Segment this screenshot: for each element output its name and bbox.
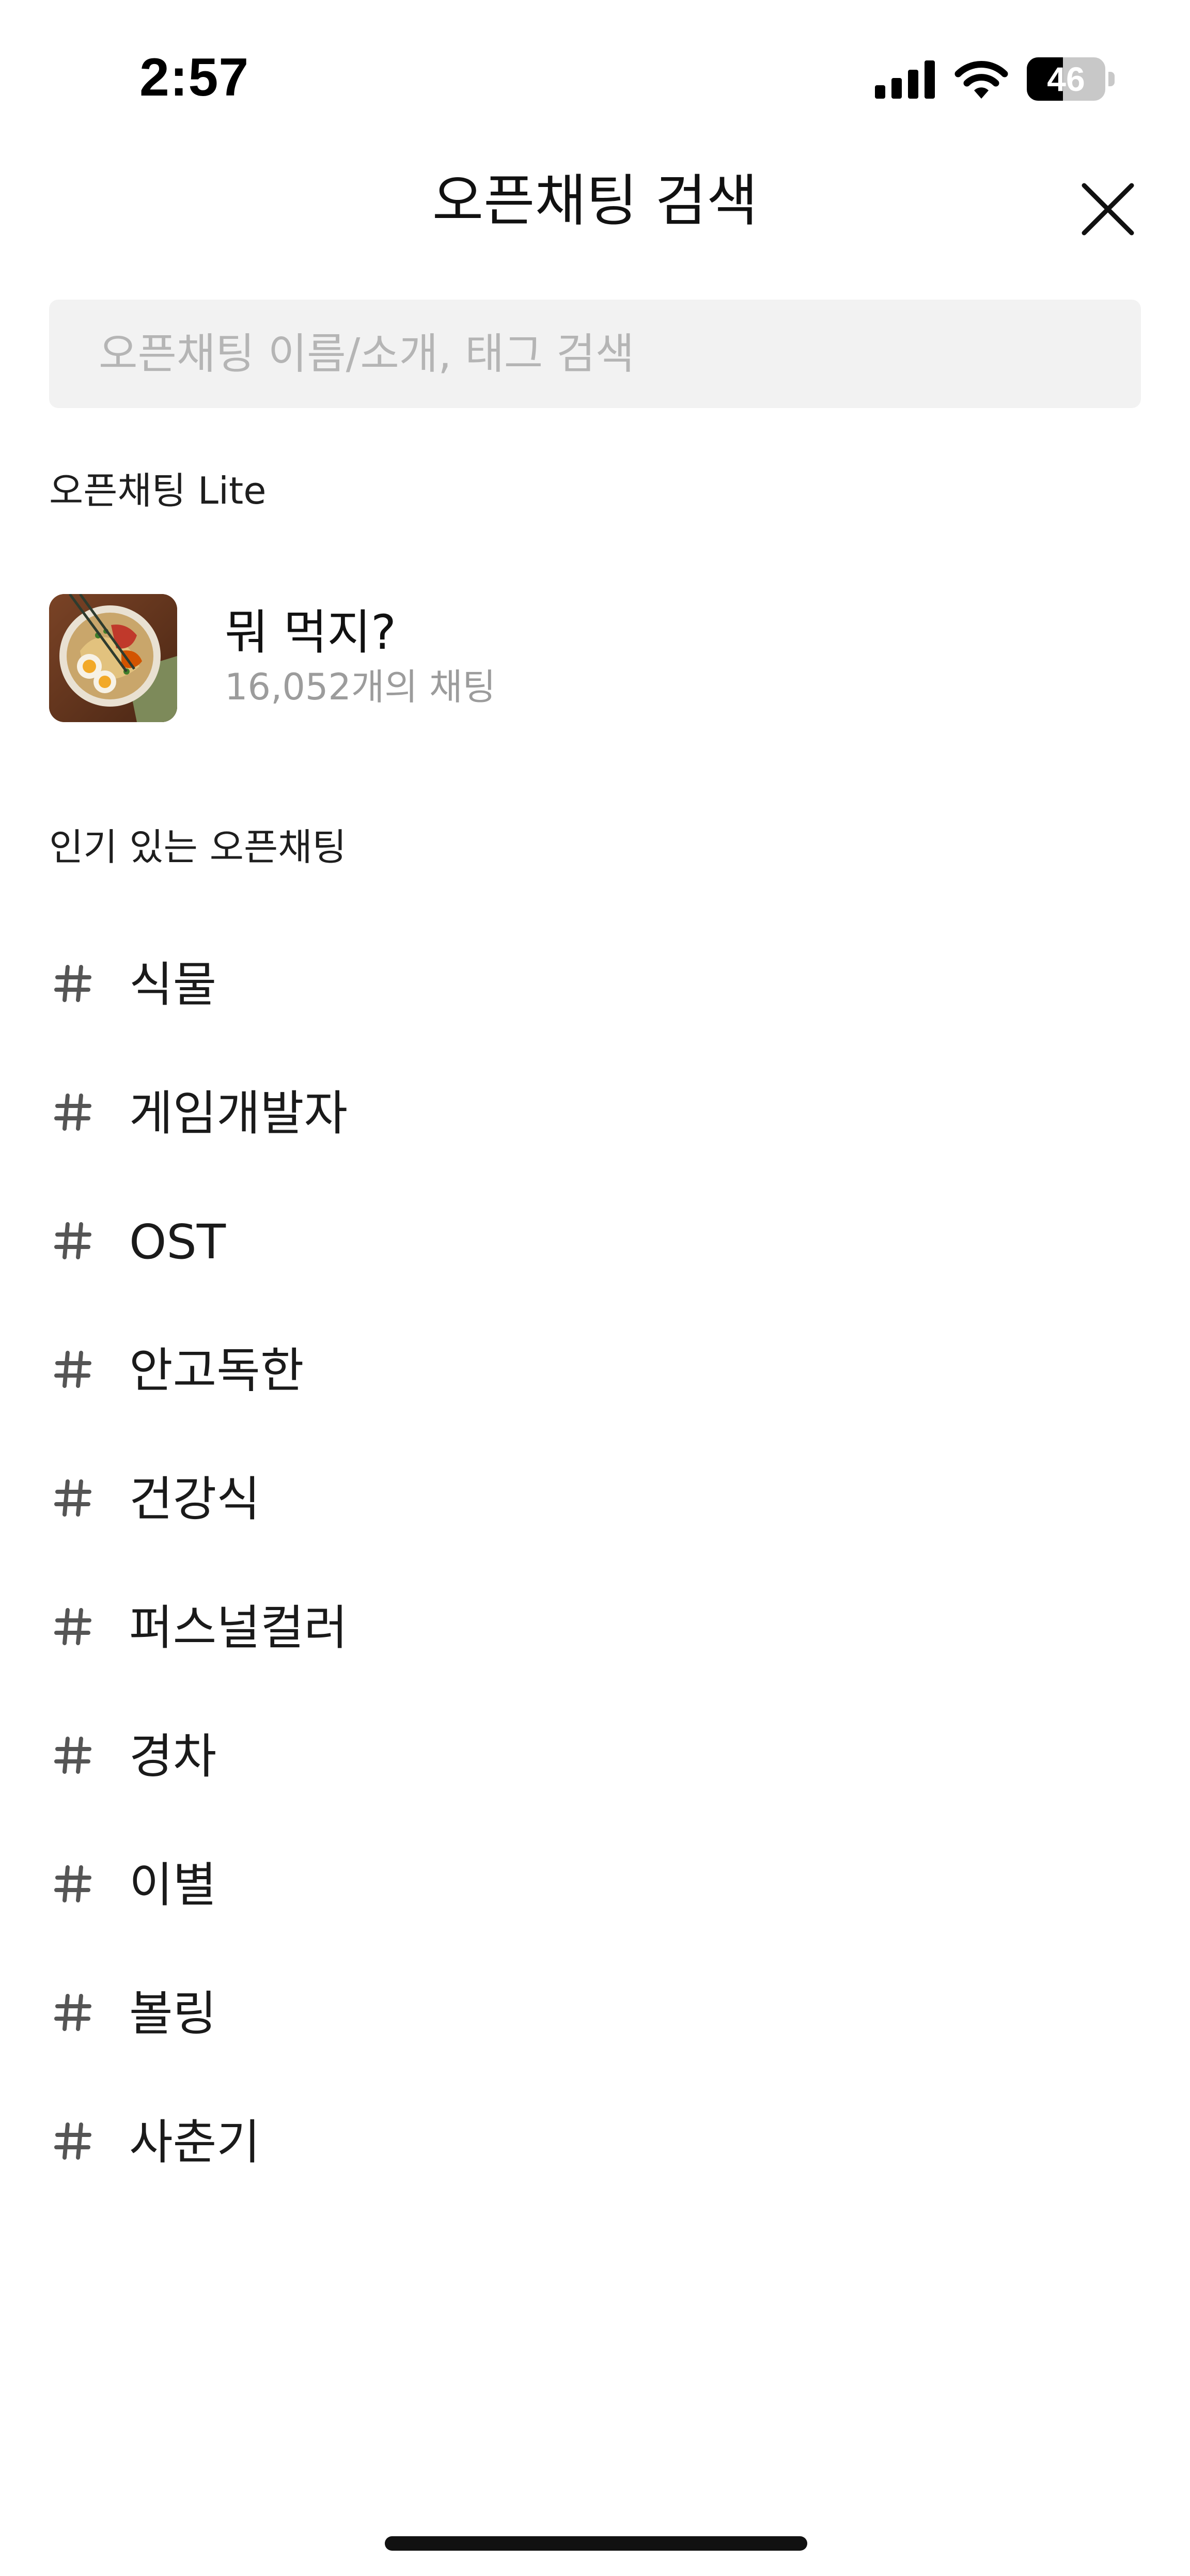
hash-icon — [54, 1351, 91, 1388]
popular-tag-label: 게임개발자 — [129, 1086, 348, 1141]
popular-tag-item[interactable]: 사춘기 — [49, 2104, 1139, 2181]
popular-tag-item[interactable]: 볼링 — [49, 1975, 1139, 2053]
ramen-bowl-image — [49, 594, 177, 722]
hash-icon — [54, 1094, 91, 1131]
lite-chat-thumbnail — [49, 594, 177, 722]
popular-tag-item[interactable]: 안고독한 — [49, 1332, 1139, 1410]
open-chat-search-screen: 2:57 46 오픈채팅 검색 오픈채팅 L — [0, 0, 1190, 2576]
wifi-icon — [954, 61, 1008, 99]
hash-icon — [54, 1994, 91, 2031]
page-title: 오픈채팅 검색 — [432, 169, 758, 233]
popular-tag-item[interactable]: 퍼스널컬러 — [49, 1589, 1139, 1667]
popular-section-title: 인기 있는 오픈채팅 — [49, 825, 347, 869]
popular-tag-item[interactable]: 식물 — [49, 946, 1139, 1024]
hash-icon — [54, 1479, 91, 1517]
lite-section-title: 오픈채팅 Lite — [49, 469, 267, 512]
cellular-signal-icon — [875, 60, 935, 99]
popular-tag-label: 건강식 — [129, 1472, 260, 1527]
search-input[interactable] — [49, 300, 1141, 408]
popular-tag-label: 식물 — [129, 957, 217, 1012]
popular-tag-item[interactable]: 게임개발자 — [49, 1075, 1139, 1152]
popular-tag-label: 안고독한 — [129, 1343, 304, 1398]
battery-percent: 46 — [1047, 60, 1085, 98]
popular-tag-item[interactable]: 경차 — [49, 1718, 1139, 1796]
close-button[interactable] — [1077, 178, 1139, 240]
battery-tip — [1108, 72, 1115, 86]
battery-icon: 46 — [1027, 57, 1115, 101]
popular-tag-item[interactable]: OST — [49, 1204, 1139, 1281]
hash-icon — [54, 965, 91, 1002]
hash-icon — [54, 1737, 91, 1774]
popular-tag-item[interactable]: 건강식 — [49, 1461, 1139, 1538]
popular-tag-label: 사춘기 — [129, 2115, 260, 2170]
close-icon — [1082, 183, 1134, 236]
popular-tag-label: 볼링 — [129, 1986, 217, 2041]
popular-tag-label: 경차 — [129, 1729, 217, 1784]
popular-tag-label: 퍼스널컬러 — [129, 1600, 348, 1656]
search-box — [49, 300, 1141, 408]
hash-icon — [54, 1865, 91, 1902]
hash-icon — [54, 2122, 91, 2160]
popular-tag-label: OST — [129, 1214, 226, 1270]
lite-chat-name: 뭐 먹지? — [225, 605, 396, 660]
lite-chat-count: 16,052개의 채팅 — [225, 666, 496, 708]
hash-icon — [54, 1222, 91, 1259]
popular-tag-label: 이별 — [129, 1857, 217, 1913]
status-time: 2:57 — [139, 48, 249, 107]
home-indicator[interactable] — [385, 2536, 807, 2551]
status-icons: 46 — [875, 56, 1115, 102]
hash-icon — [54, 1608, 91, 1645]
popular-tag-item[interactable]: 이별 — [49, 1847, 1139, 1924]
lite-chat-item[interactable]: 뭐 먹지? 16,052개의 채팅 — [49, 591, 1139, 726]
